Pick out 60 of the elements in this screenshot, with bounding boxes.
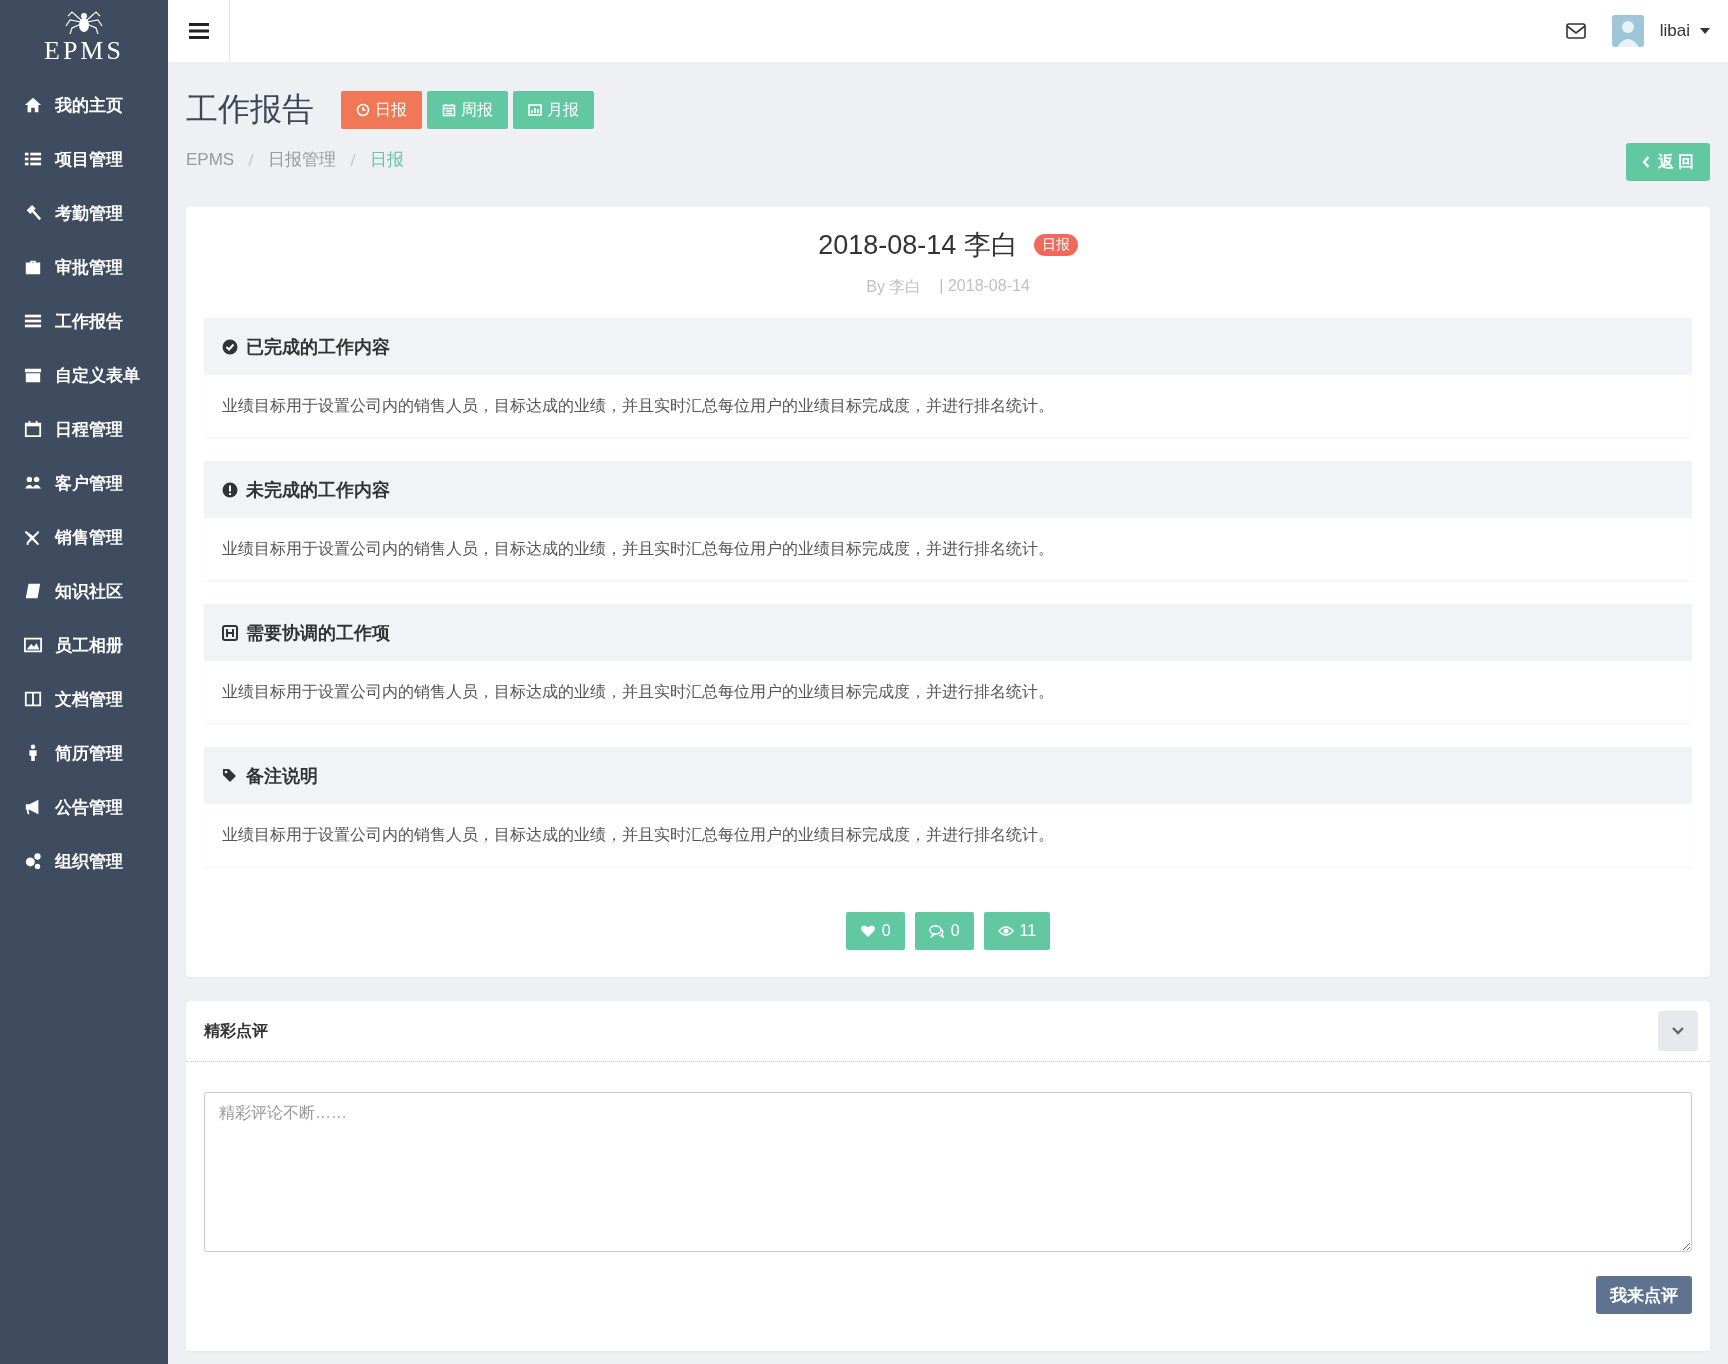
nav-item[interactable]: 客户管理 — [0, 456, 168, 510]
calendar-icon — [24, 420, 42, 438]
clock-icon — [356, 103, 370, 117]
hammer-icon — [24, 204, 42, 222]
nav-item[interactable]: 考勤管理 — [0, 186, 168, 240]
nav-item[interactable]: 公告管理 — [0, 780, 168, 834]
tray-icon — [24, 366, 42, 384]
nav-item[interactable]: 组织管理 — [0, 834, 168, 888]
nav-item[interactable]: 日程管理 — [0, 402, 168, 456]
nav-item[interactable]: 简历管理 — [0, 726, 168, 780]
comment-field[interactable]: 精彩评论不断…… — [204, 1092, 1692, 1252]
bar-chart-icon — [528, 103, 542, 117]
bars-icon — [24, 312, 42, 330]
user-menu[interactable]: libai — [1655, 17, 1714, 45]
breadcrumb-separator — [248, 152, 255, 167]
briefcase-icon — [24, 258, 42, 276]
list-icon — [24, 150, 42, 168]
eye-icon — [997, 924, 1014, 938]
section-title: 已完成的工作内容 — [246, 335, 390, 359]
breadcrumb-separator — [350, 152, 357, 167]
section-text: 业绩目标用于设置公司内的销售人员，目标达成的业绩，并且实时汇总每位用户的业绩目标完成度，并进行排名统计。 — [221, 682, 1055, 702]
check-circle-icon — [222, 338, 238, 355]
report-author: By 李白 — [866, 277, 922, 297]
section-title: 备注说明 — [246, 764, 318, 788]
nav-item[interactable]: 文档管理 — [0, 672, 168, 726]
section-title: 未完成的工作内容 — [246, 478, 390, 502]
section-title: 需要协调的工作项 — [246, 621, 390, 645]
nav-item[interactable]: 知识社区 — [0, 564, 168, 618]
nav-item[interactable]: 项目管理 — [0, 132, 168, 186]
section-text: 业绩目标用于设置公司内的销售人员，目标达成的业绩，并且实时汇总每位用户的业绩目标完成度，并进行排名统计。 — [221, 539, 1055, 559]
speech-bubbles-icon — [928, 924, 945, 938]
nav-item[interactable]: 自定义表单 — [0, 348, 168, 402]
comments-title: 精彩点评 — [204, 1020, 268, 1041]
heart-icon — [859, 924, 876, 938]
section-text: 业绩目标用于设置公司内的销售人员，目标达成的业绩，并且实时汇总每位用户的业绩目标完成度，并进行排名统计。 — [221, 396, 1055, 416]
report-date: | 2018-08-14 — [939, 277, 1030, 296]
calendar-icon — [442, 103, 456, 117]
mail-icon[interactable] — [1565, 23, 1586, 39]
menu-icon — [188, 23, 209, 39]
page-title: 工作报告 — [186, 90, 314, 129]
nav-item[interactable]: 我的主页 — [0, 78, 168, 132]
square-icon — [222, 624, 238, 641]
caret-icon — [1700, 28, 1710, 34]
picture-icon — [24, 636, 42, 654]
exclamation-circle-icon — [222, 481, 238, 498]
logo[interactable]: EPMS — [0, 0, 168, 78]
nav-item[interactable]: 员工相册 — [0, 618, 168, 672]
logo-text: EPMS — [44, 36, 124, 66]
submit-button[interactable]: 我来点评 — [1596, 1276, 1692, 1314]
report-type-badge: 日报 — [1033, 234, 1078, 256]
nav-item[interactable]: 审批管理 — [0, 240, 168, 294]
nav-item[interactable]: 销售管理 — [0, 510, 168, 564]
section-text: 业绩目标用于设置公司内的销售人员，目标达成的业绩，并且实时汇总每位用户的业绩目标完成度，并进行排名统计。 — [221, 825, 1055, 845]
chevron-left-icon — [1641, 156, 1650, 168]
chevron-down-icon — [1672, 1027, 1684, 1035]
house-icon — [24, 96, 42, 114]
tag-icon — [222, 767, 238, 784]
columns-icon — [24, 690, 42, 708]
nav-item[interactable]: 工作报告 — [0, 294, 168, 348]
report-title: 2018-08-14 李白 — [818, 229, 1018, 262]
